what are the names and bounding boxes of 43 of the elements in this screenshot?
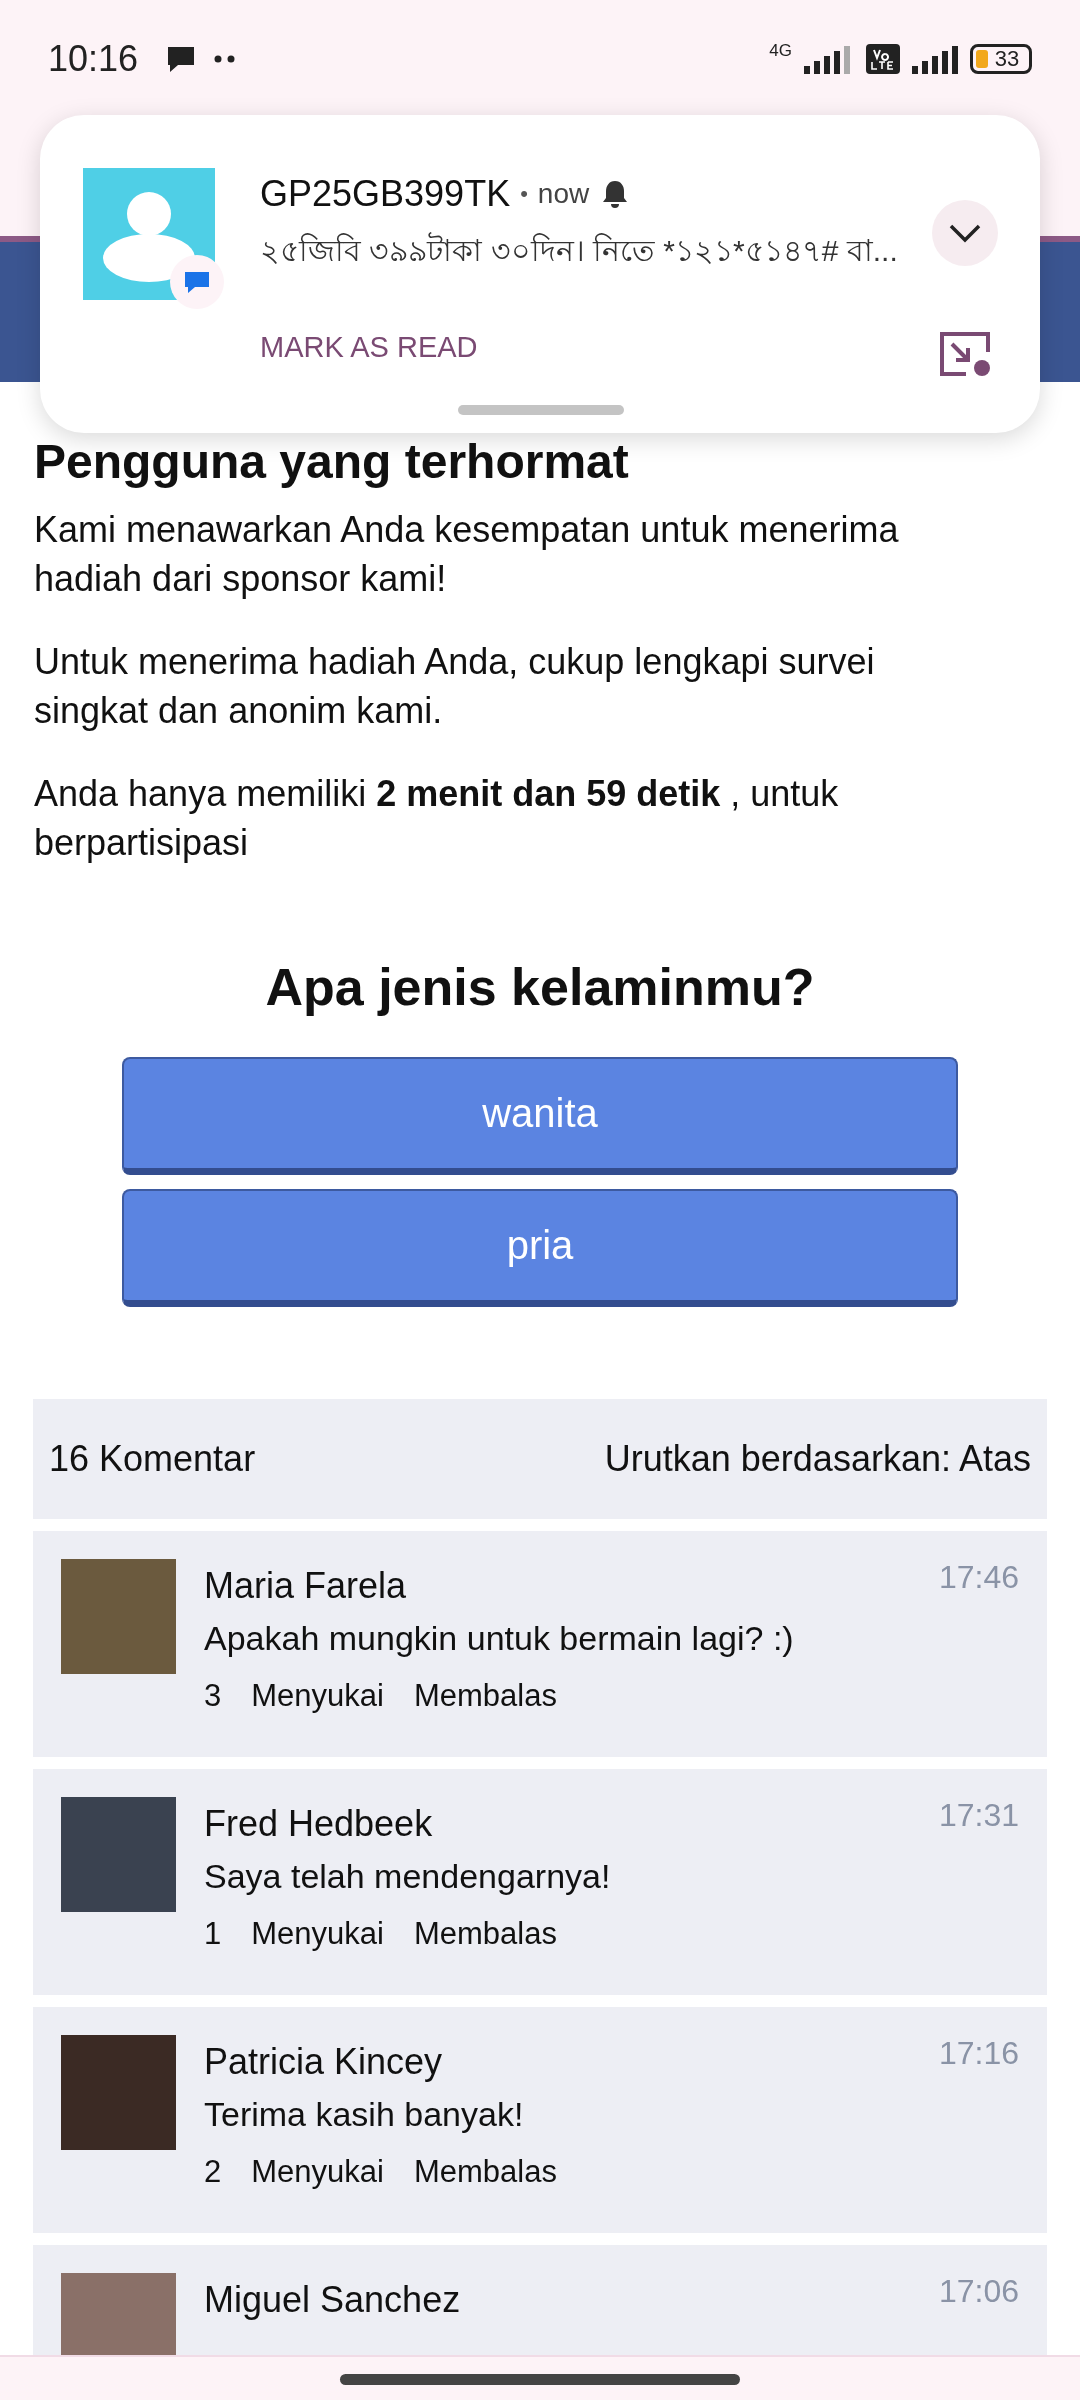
commenter-name: Fred Hedbeek	[204, 1803, 433, 1845]
mark-as-read-button[interactable]: MARK AS READ	[252, 325, 486, 370]
heading: Pengguna yang terhormat	[34, 434, 630, 489]
comment-count: 16 Komentar	[49, 1438, 256, 1480]
clock: 10:16	[48, 38, 139, 80]
chevron-down-icon	[948, 223, 982, 243]
home-handle[interactable]	[340, 2374, 740, 2385]
answer-button[interactable]: wanita	[122, 1057, 958, 1175]
comment-text: Terima kasih banyak!	[204, 2095, 525, 2134]
volte-icon	[866, 44, 900, 74]
reply-link[interactable]: Membalas	[413, 1916, 557, 1952]
like-count: 1	[204, 1916, 222, 1952]
comment-text: Saya telah mendengarnya!	[204, 1857, 612, 1896]
commenter-name: Miguel Sanchez	[204, 2279, 461, 2321]
paragraph: Untuk menerima hadiah Anda, cukup lengkapi survei singkat dan anonim kami.	[34, 640, 876, 733]
like-link[interactable]: Menyukai	[251, 2154, 384, 2190]
drag-handle[interactable]	[458, 405, 624, 415]
more-dots-icon	[214, 54, 237, 64]
like-link[interactable]: Menyukai	[251, 1678, 384, 1714]
commenter-name: Maria Farela	[204, 1565, 407, 1607]
reply-link[interactable]: Membalas	[413, 2154, 557, 2190]
separator-dot: •	[520, 181, 528, 207]
comment-time: 17:31	[938, 1797, 1019, 1835]
reply-link[interactable]: Membalas	[413, 1678, 557, 1714]
comment-time: 17:06	[938, 2273, 1019, 2311]
answer-button[interactable]: pria	[122, 1189, 958, 1307]
comment-time: 17:46	[938, 1559, 1019, 1597]
network-type: 4G	[769, 42, 792, 59]
like-link[interactable]: Menyukai	[251, 1916, 384, 1952]
signal-icon	[910, 44, 960, 74]
survey-question: Apa jenis kelaminmu?	[265, 957, 815, 1017]
battery-icon: 33	[970, 44, 1032, 74]
notification-time: now	[537, 178, 590, 210]
paragraph: Kami menawarkan Anda kesempatan untuk menerima hadiah dari sponsor kami!	[34, 508, 900, 601]
commenter-name: Patricia Kincey	[204, 2041, 443, 2083]
comment-time: 17:16	[938, 2035, 1019, 2073]
notification-message: ২৫জিবি ৩৯৯টাকা ৩০দিন। নিতে *১২১*৫১৪৭# বা...	[260, 231, 898, 269]
comment-text: Apakah mungkin untuk bermain lagi? :)	[204, 1619, 795, 1658]
notification-sender: GP25GB399TK	[260, 173, 511, 215]
like-count: 2	[204, 2154, 222, 2190]
paragraph: Anda hanya memiliki 2 menit dan 59 detik , untuk berpartisipasi	[34, 772, 840, 865]
sort-selector[interactable]: Urutkan berdasarkan: Atas	[604, 1438, 1031, 1480]
like-count: 3	[204, 1678, 222, 1714]
